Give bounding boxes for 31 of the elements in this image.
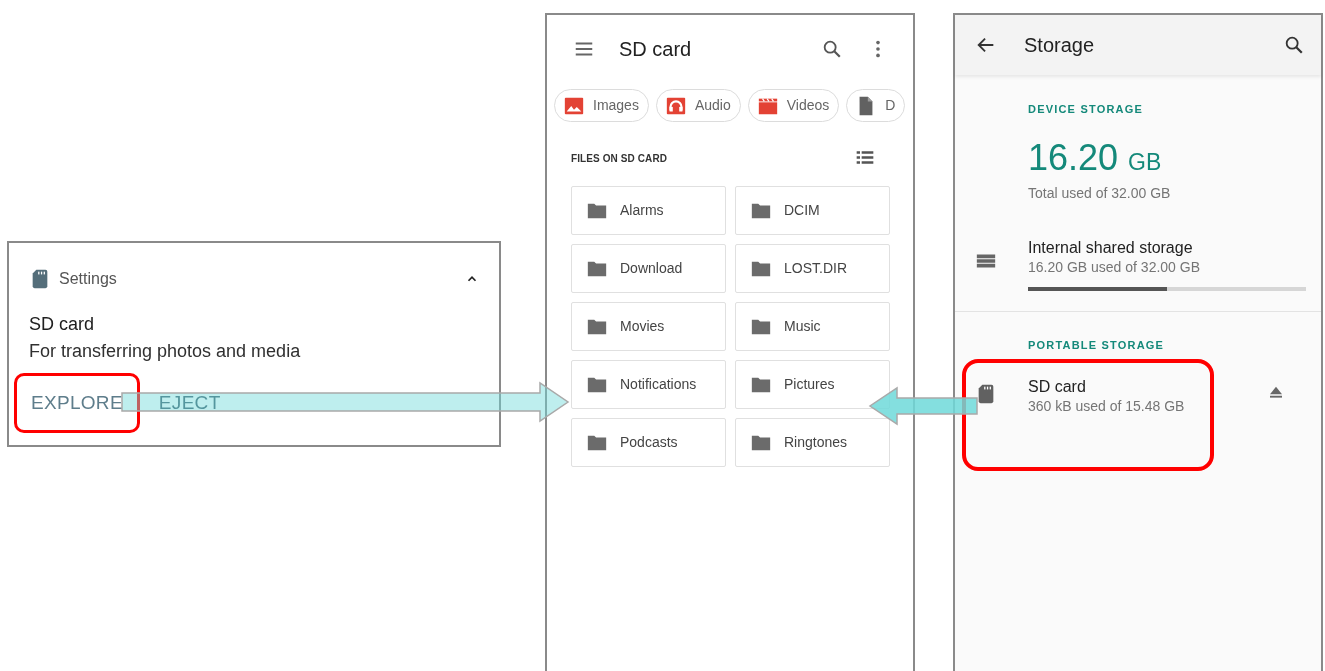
category-chip[interactable]: Videos <box>747 89 840 122</box>
action-button[interactable]: EXPLORE <box>14 373 140 433</box>
folder-item[interactable]: Music <box>735 302 890 351</box>
folder-item[interactable]: Ringtones <box>735 418 890 467</box>
folder-item[interactable]: Notifications <box>571 360 726 409</box>
category-chip[interactable]: Audio <box>655 89 741 122</box>
screen-title: Storage <box>1024 33 1095 58</box>
folder-item[interactable]: DCIM <box>735 186 890 235</box>
folder-item[interactable]: LOST.DIR <box>735 244 890 293</box>
app-title: SD card <box>619 37 692 62</box>
folder-item[interactable]: Movies <box>571 302 726 351</box>
folder-item[interactable]: Pictures <box>735 360 890 409</box>
folder-item[interactable]: Podcasts <box>571 418 726 467</box>
storage-name: Internal shared storage <box>1028 237 1194 258</box>
app-name: Settings <box>59 269 117 289</box>
storage-usage: 16.20 GB used of 32.00 GB <box>1028 257 1201 276</box>
folder-item[interactable]: Download <box>571 244 726 293</box>
storage-used-total: 16.20 GB <box>1028 137 1163 180</box>
notification-title: SD card <box>29 313 96 335</box>
notification-text: For transferring photos and media <box>29 340 302 363</box>
storage-name: SD card <box>1028 377 1087 397</box>
section-header: PORTABLE STORAGE <box>1028 337 1166 353</box>
folder-item[interactable]: Alarms <box>571 186 726 235</box>
category-chip[interactable]: D <box>846 89 906 122</box>
section-header: DEVICE STORAGE <box>1028 102 1144 117</box>
storage-caption: Total used of 32.00 GB <box>1028 183 1172 202</box>
category-chip[interactable]: Images <box>554 89 649 122</box>
storage-usage: 360 kB used of 15.48 GB <box>1028 397 1185 415</box>
search-icon[interactable] <box>1283 34 1305 56</box>
section-label: FILES ON SD CARD <box>571 151 668 166</box>
search-icon[interactable] <box>821 38 843 60</box>
